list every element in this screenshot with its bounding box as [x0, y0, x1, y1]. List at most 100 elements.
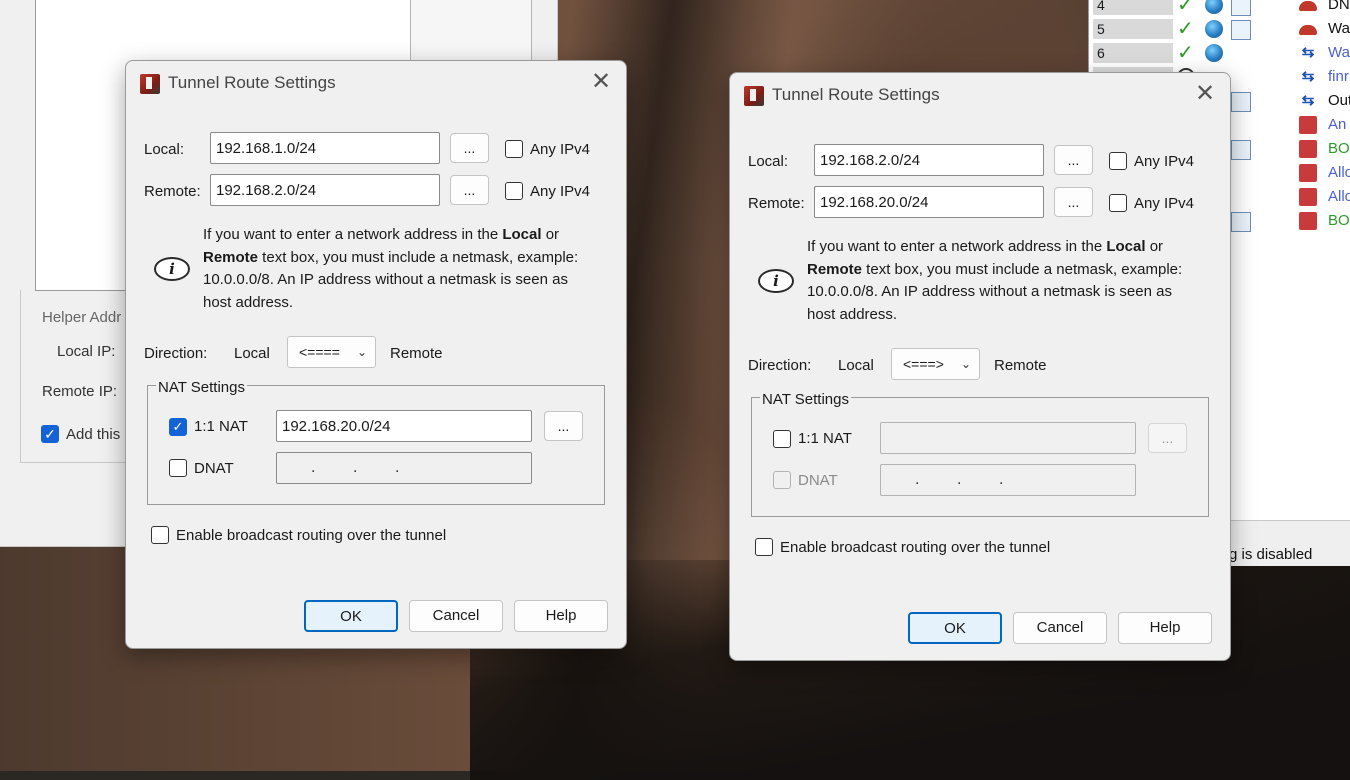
- local-input[interactable]: [210, 132, 440, 164]
- document-icon: [1231, 92, 1251, 112]
- policy-rule-label[interactable]: BO: [1328, 212, 1350, 229]
- direction-local-label: Local: [234, 345, 270, 362]
- remote-input[interactable]: [814, 186, 1044, 218]
- local-browse-button[interactable]: ...: [1054, 145, 1093, 175]
- direction-label: Direction:: [748, 357, 812, 374]
- remote-any-ipv4-label: Any IPv4: [1134, 195, 1195, 212]
- ip-dot: .: [915, 471, 920, 488]
- document-icon: [1231, 0, 1251, 16]
- policy-cap-icon: [1299, 25, 1317, 35]
- policy-rule-icon: [1299, 140, 1317, 158]
- row-number: 4: [1093, 0, 1173, 16]
- local-any-ipv4-label: Any IPv4: [530, 141, 591, 158]
- direction-remote-label: Remote: [390, 345, 443, 362]
- nat-settings-title: NAT Settings: [156, 379, 247, 396]
- remote-browse-button[interactable]: ...: [1054, 187, 1093, 217]
- ip-dot: .: [353, 459, 358, 476]
- local-any-ipv4-checkbox[interactable]: [505, 140, 523, 158]
- row-number: 5: [1093, 19, 1173, 40]
- info-icon: i: [154, 257, 190, 281]
- dnat-checkbox[interactable]: [169, 459, 187, 477]
- nat-1to1-input[interactable]: [276, 410, 532, 442]
- nat-1to1-checkbox[interactable]: [773, 430, 791, 448]
- close-icon[interactable]: ✕: [590, 70, 612, 94]
- direction-select[interactable]: <===> ⌄: [891, 348, 980, 380]
- direction-value: <===>: [903, 356, 944, 372]
- remote-browse-button[interactable]: ...: [450, 175, 489, 205]
- policy-rule-label[interactable]: DN: [1328, 0, 1350, 13]
- remote-label: Remote:: [144, 183, 201, 200]
- tunnel-route-dialog-left: Tunnel Route Settings ✕ Local: ... Any I…: [125, 60, 627, 649]
- check-icon: ✓: [1177, 18, 1194, 40]
- local-input[interactable]: [814, 144, 1044, 176]
- policy-arrows-icon: ⇆: [1301, 92, 1315, 109]
- nat-1to1-label: 1:1 NAT: [194, 418, 248, 435]
- background-status-text: g is disabled: [1229, 546, 1313, 563]
- dialog-title: Tunnel Route Settings: [772, 85, 940, 104]
- netmask-info-text: If you want to enter a network address i…: [203, 226, 579, 311]
- nat-1to1-input[interactable]: [880, 422, 1136, 454]
- policy-rule-label[interactable]: An: [1328, 116, 1346, 133]
- tunnel-route-dialog-right: Tunnel Route Settings ✕ Local: ... Any I…: [729, 72, 1231, 661]
- remote-ip-label: Remote IP:: [42, 383, 118, 400]
- policy-rule-label[interactable]: Wa: [1328, 44, 1350, 61]
- broadcast-routing-checkbox[interactable]: [151, 526, 169, 544]
- local-browse-button[interactable]: ...: [450, 133, 489, 163]
- info-icon: i: [758, 269, 794, 293]
- policy-rule-label[interactable]: Allo: [1328, 188, 1350, 205]
- nat-1to1-browse-button[interactable]: ...: [544, 411, 583, 441]
- chevron-down-icon: ⌄: [356, 345, 367, 359]
- policy-rule-label[interactable]: Allo: [1328, 164, 1350, 181]
- app-icon: [744, 86, 764, 106]
- dnat-checkbox[interactable]: [773, 471, 791, 489]
- policy-rule-label[interactable]: Out: [1328, 92, 1350, 109]
- help-button[interactable]: Help: [514, 600, 608, 632]
- remote-any-ipv4-label: Any IPv4: [530, 183, 591, 200]
- ip-dot: .: [395, 459, 400, 476]
- cancel-button[interactable]: Cancel: [409, 600, 503, 632]
- direction-select[interactable]: <==== ⌄: [287, 336, 376, 368]
- local-ip-label: Local IP:: [57, 343, 116, 360]
- nat-settings-title: NAT Settings: [760, 391, 851, 408]
- local-any-ipv4-label: Any IPv4: [1134, 153, 1195, 170]
- policy-rule-icon: [1299, 188, 1317, 206]
- check-icon: ✓: [1177, 0, 1194, 16]
- helper-address-label: Helper Addr: [42, 309, 122, 326]
- local-any-ipv4-checkbox[interactable]: [1109, 152, 1127, 170]
- policy-rule-label[interactable]: Wa: [1328, 20, 1350, 37]
- nat-1to1-checkbox[interactable]: ✓: [169, 418, 187, 436]
- ok-button[interactable]: OK: [908, 612, 1002, 644]
- globe-icon: [1205, 20, 1223, 38]
- globe-icon: [1205, 44, 1223, 62]
- remote-any-ipv4-checkbox[interactable]: [505, 182, 523, 200]
- dialog-title: Tunnel Route Settings: [168, 73, 336, 92]
- check-icon: ✓: [1177, 42, 1194, 64]
- ok-button[interactable]: OK: [304, 600, 398, 632]
- dnat-ip-field[interactable]: . . .: [880, 464, 1136, 496]
- close-icon[interactable]: ✕: [1194, 82, 1216, 106]
- direction-local-label: Local: [838, 357, 874, 374]
- broadcast-routing-checkbox[interactable]: [755, 538, 773, 556]
- nat-1to1-browse-button[interactable]: ...: [1148, 423, 1187, 453]
- document-icon: [1231, 20, 1251, 40]
- dnat-ip-field[interactable]: . . .: [276, 452, 532, 484]
- app-icon: [140, 74, 160, 94]
- chevron-down-icon: ⌄: [960, 357, 971, 371]
- broadcast-routing-label: Enable broadcast routing over the tunnel: [780, 539, 1051, 556]
- policy-rule-label[interactable]: BO: [1328, 140, 1350, 157]
- remote-label: Remote:: [748, 195, 805, 212]
- help-button[interactable]: Help: [1118, 612, 1212, 644]
- document-icon: [1231, 212, 1251, 232]
- remote-input[interactable]: [210, 174, 440, 206]
- dnat-label: DNAT: [194, 460, 234, 477]
- remote-any-ipv4-checkbox[interactable]: [1109, 194, 1127, 212]
- globe-icon: [1205, 0, 1223, 14]
- local-label: Local:: [748, 153, 789, 170]
- cancel-button[interactable]: Cancel: [1013, 612, 1107, 644]
- add-this-checkbox[interactable]: ✓: [41, 425, 59, 443]
- policy-rule-icon: [1299, 164, 1317, 182]
- policy-rule-label[interactable]: finr: [1328, 68, 1349, 85]
- direction-remote-label: Remote: [994, 357, 1047, 374]
- broadcast-routing-label: Enable broadcast routing over the tunnel: [176, 527, 447, 544]
- netmask-info-text: If you want to enter a network address i…: [807, 238, 1183, 323]
